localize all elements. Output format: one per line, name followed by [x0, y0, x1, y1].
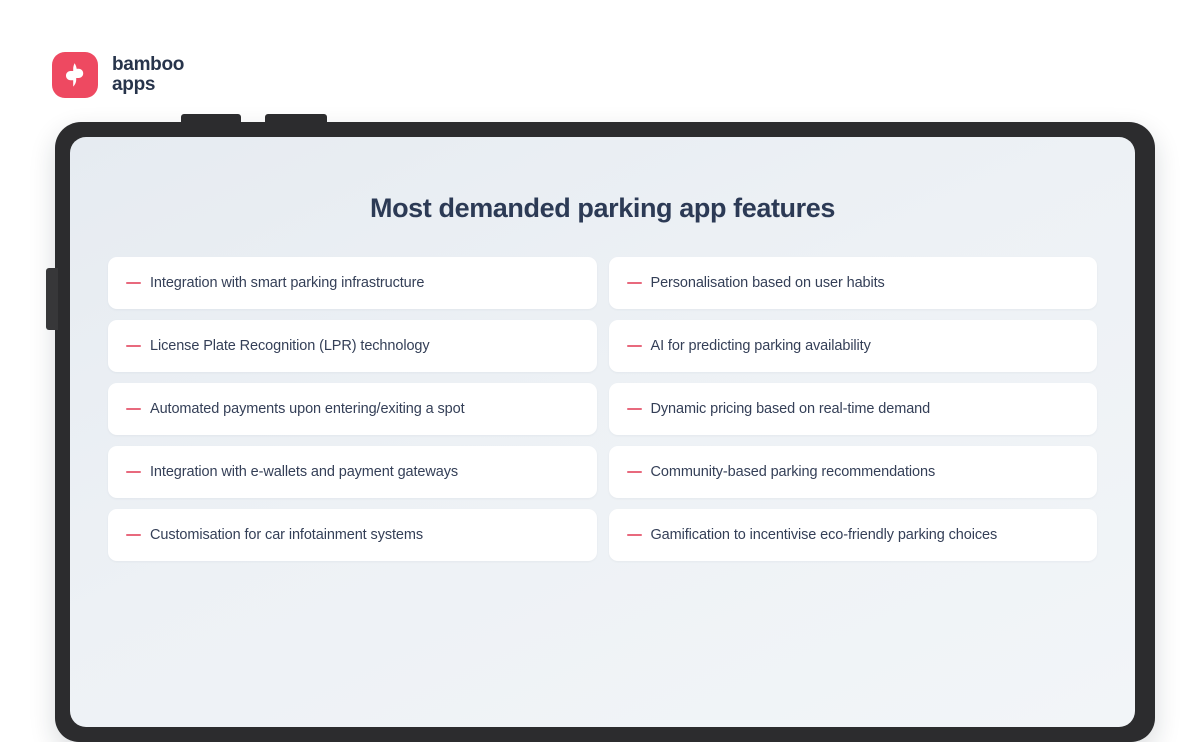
feature-label: Customisation for car infotainment syste… — [150, 527, 424, 543]
dash-marker-icon — [126, 407, 141, 411]
dash-marker-icon — [626, 533, 642, 537]
brand-logo[interactable]: bamboo apps — [52, 52, 184, 98]
page-root: bamboo apps Most demanded parking app fe… — [0, 0, 1200, 742]
dash-marker-icon — [626, 407, 642, 411]
feature-label: Integration with smart parking infrastru… — [150, 275, 425, 291]
feature-label: AI for predicting parking availability — [650, 338, 871, 354]
feature-label: Dynamic pricing based on real-time deman… — [650, 401, 931, 417]
dash-marker-icon — [626, 281, 642, 285]
dash-marker-icon — [126, 470, 141, 474]
feature-card[interactable]: Dynamic pricing based on real-time deman… — [608, 383, 1097, 435]
brand-wordmark: bamboo apps — [112, 53, 185, 95]
volume-down-button[interactable] — [265, 114, 327, 126]
feature-card[interactable]: Integration with smart parking infrastru… — [108, 257, 597, 309]
feature-card[interactable]: Integration with e-wallets and payment g… — [108, 446, 597, 498]
tablet-screen: Most demanded parking app features Integ… — [70, 137, 1135, 727]
dash-marker-icon — [126, 533, 141, 537]
feature-card[interactable]: License Plate Recognition (LPR) technolo… — [108, 320, 597, 372]
feature-label: License Plate Recognition (LPR) technolo… — [150, 338, 430, 354]
power-button[interactable] — [46, 268, 58, 330]
dash-marker-icon — [626, 470, 642, 474]
feature-label: Gamification to incentivise eco-friendly… — [650, 527, 998, 543]
feature-label: Personalisation based on user habits — [650, 275, 885, 291]
tablet-device-frame: Most demanded parking app features Integ… — [46, 114, 1155, 742]
feature-label: Automated payments upon entering/exiting… — [150, 401, 465, 417]
volume-up-button[interactable] — [181, 114, 241, 126]
slide-content: Most demanded parking app features Integ… — [70, 137, 1135, 727]
page-title: Most demanded parking app features — [370, 193, 835, 223]
feature-card[interactable]: Community-based parking recommendations — [608, 446, 1097, 498]
bamboo-apps-mark-icon — [52, 52, 98, 98]
feature-card[interactable]: Customisation for car infotainment syste… — [108, 509, 597, 561]
feature-label: Integration with e-wallets and payment g… — [150, 464, 459, 480]
feature-label: Community-based parking recommendations — [650, 464, 936, 480]
dash-marker-icon — [126, 344, 141, 348]
dash-marker-icon — [126, 281, 141, 285]
dash-marker-icon — [626, 344, 642, 348]
feature-card[interactable]: Personalisation based on user habits — [608, 257, 1097, 309]
feature-grid: Integration with smart parking infrastru… — [108, 257, 1097, 561]
feature-card[interactable]: Gamification to incentivise eco-friendly… — [608, 509, 1097, 561]
feature-card[interactable]: Automated payments upon entering/exiting… — [108, 383, 597, 435]
brand-name-line-2: apps — [112, 74, 156, 95]
brand-name-line-1: bamboo — [112, 53, 185, 75]
feature-card[interactable]: AI for predicting parking availability — [608, 320, 1097, 372]
